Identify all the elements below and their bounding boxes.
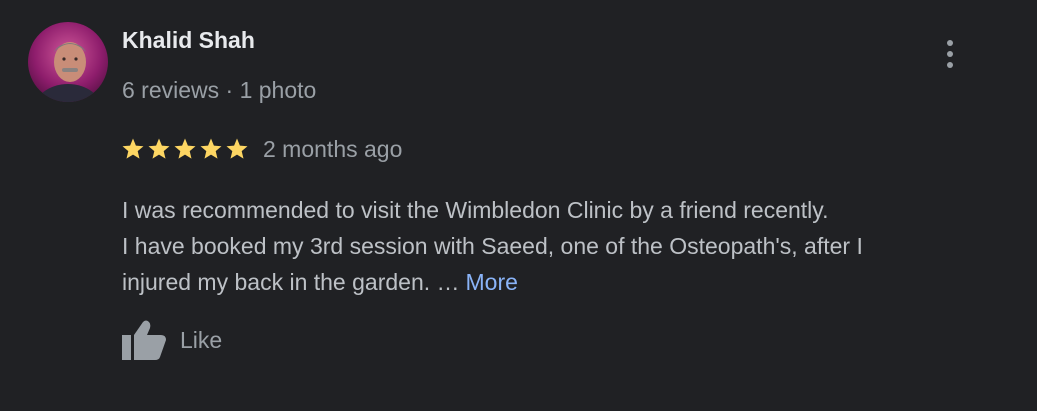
- review-text-end: injured my back in the garden. …: [122, 269, 460, 295]
- review-text-line: I was recommended to visit the Wimbledon…: [122, 197, 829, 223]
- more-options-button[interactable]: [930, 34, 970, 74]
- star-icon: [148, 138, 170, 159]
- avatar-image: [28, 22, 108, 102]
- reviewer-name[interactable]: Khalid Shah: [122, 27, 255, 54]
- review-card: Khalid Shah 6 reviews · 1 photo 2 months…: [0, 0, 1037, 411]
- reviewer-meta: 6 reviews · 1 photo: [122, 77, 317, 103]
- more-link[interactable]: More: [466, 269, 518, 295]
- review-text-line: injured my back in the garden. … More: [122, 264, 1002, 300]
- like-button[interactable]: Like: [122, 318, 222, 362]
- star-icon: [226, 138, 248, 159]
- review-text-line: I have booked my 3rd session with Saeed,…: [122, 233, 863, 259]
- like-label: Like: [180, 326, 223, 353]
- star-icon: [122, 138, 144, 159]
- thumb-up-icon: [122, 320, 166, 360]
- star-icon: [174, 138, 196, 159]
- review-text: I was recommended to visit the Wimbledon…: [122, 192, 1002, 300]
- rating-row: 2 months ago: [121, 133, 402, 165]
- star-icon: [200, 138, 222, 159]
- review-date: 2 months ago: [263, 135, 403, 162]
- avatar[interactable]: [28, 22, 108, 102]
- star-rating: [121, 137, 249, 161]
- more-vert-icon: [947, 40, 953, 68]
